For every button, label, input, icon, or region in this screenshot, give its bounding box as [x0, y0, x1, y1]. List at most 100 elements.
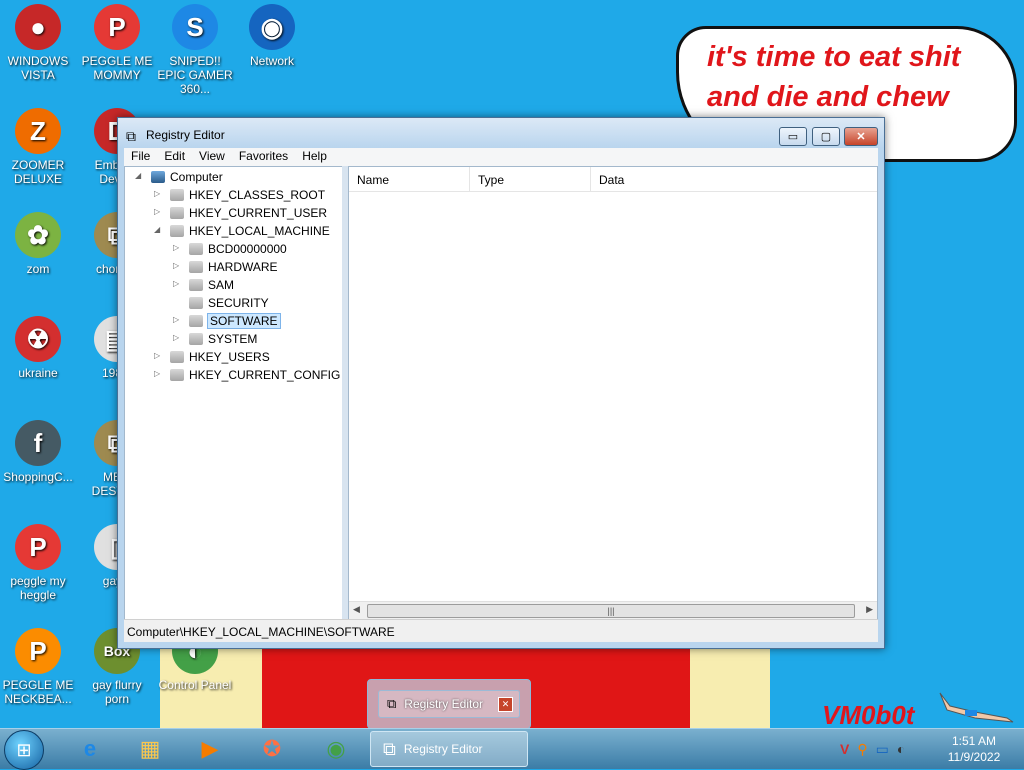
expand-arrow-icon[interactable]: ▷ — [154, 207, 160, 216]
close-button[interactable]: ✕ — [844, 127, 878, 146]
desktop-icon-label: ZOOMER DELUXE — [11, 158, 65, 186]
column-header-type[interactable]: Type — [470, 167, 591, 191]
window-title: Registry Editor — [146, 128, 225, 142]
taskbar-ie-icon[interactable]: e — [64, 731, 116, 767]
tree-node-hkey-current-config[interactable]: ▷ HKEY_CURRENT_CONFIG — [154, 368, 340, 382]
desktop-icon-label: Control Panel — [158, 678, 232, 692]
tree-node-hkey-current-user[interactable]: ▷ HKEY_CURRENT_USER — [154, 206, 327, 220]
expand-arrow-icon[interactable]: ▷ — [173, 315, 179, 324]
folder-icon — [170, 369, 184, 381]
folder-icon — [189, 279, 203, 291]
desktop-icon[interactable]: Ppeggle my heggle — [0, 524, 76, 602]
desktop-icon-label: PEGGLE ME NECKBEA... — [2, 678, 74, 706]
desktop-icon-label: WINDOWS VISTA — [7, 54, 69, 82]
folder-icon — [189, 333, 203, 345]
expand-arrow-icon[interactable]: ▷ — [173, 243, 179, 252]
column-header-name[interactable]: Name — [349, 167, 470, 191]
desktop-icon[interactable]: S SNIPED!! EPIC GAMER 360... — [157, 4, 233, 96]
tree-node-sam[interactable]: ▷ SAM — [173, 278, 234, 292]
taskbar-registry-editor-button[interactable]: ⧉ Registry Editor — [370, 731, 528, 767]
desktop-icon-image: f — [15, 420, 61, 466]
taskbar-explorer-icon[interactable]: ▦ — [124, 731, 176, 767]
desktop-icon[interactable]: P PEGGLE ME MOMMY — [79, 4, 155, 82]
list-header: Name Type Data — [349, 167, 877, 192]
start-button[interactable]: ⊞ — [4, 730, 44, 770]
clock[interactable]: 1:51 AM 11/9/2022 — [944, 733, 1004, 765]
menu-favorites[interactable]: Favorites — [232, 148, 295, 166]
title-bar[interactable]: ⧉ Registry Editor ▭ ▢ ✕ — [118, 118, 884, 148]
collapse-arrow-icon[interactable]: ◢ — [135, 171, 141, 180]
menu-view[interactable]: View — [192, 148, 232, 166]
desktop-icon-label: PEGGLE ME MOMMY — [81, 54, 153, 82]
wallpaper-yellow-right — [690, 645, 770, 735]
taskbar-uc-browser-icon[interactable]: ✪ — [246, 731, 298, 767]
expand-arrow-icon[interactable]: ▷ — [173, 279, 179, 288]
clock-date: 11/9/2022 — [947, 750, 1001, 764]
tree-node-computer[interactable]: ◢ Computer — [135, 170, 223, 184]
desktop-icon-image: S — [172, 4, 218, 50]
desktop-icon-image: P — [15, 524, 61, 570]
registry-tree[interactable]: ◢ Computer ▷ HKEY_CLASSES_ROOT ▷ HKEY_CURR… — [124, 166, 343, 621]
column-header-data[interactable]: Data — [591, 167, 877, 191]
thumbnail-title: Registry Editor — [404, 697, 483, 711]
values-list[interactable]: Name Type Data ◀ ||| ▶ — [348, 166, 878, 621]
tree-node-hkey-local-machine[interactable]: ◢ HKEY_LOCAL_MACHINE — [154, 224, 330, 238]
desktop-icon[interactable]: ☢ ukraine — [0, 316, 76, 380]
desktop-icon-image: P — [15, 628, 61, 674]
taskbar-thumbnail-preview[interactable]: ⧉ Registry Editor ✕ — [367, 679, 531, 729]
system-tray: V ⚲ ▭ ◐ — [840, 741, 905, 758]
desktop-icon[interactable]: P PEGGLE ME NECKBEA... — [0, 628, 76, 706]
scroll-right-icon[interactable]: ▶ — [866, 604, 873, 615]
desktop-icon[interactable]: ● WINDOWS VISTA — [0, 4, 76, 82]
desktop-icon[interactable]: Z ZOOMER DELUXE — [0, 108, 76, 186]
tree-node-hkey-classes-root[interactable]: ▷ HKEY_CLASSES_ROOT — [154, 188, 325, 202]
folder-icon — [170, 351, 184, 363]
taskbar-chrome-icon[interactable]: ◉ — [310, 731, 362, 767]
expand-arrow-icon[interactable]: ▷ — [154, 369, 160, 378]
folder-icon — [189, 297, 203, 309]
menu-file[interactable]: File — [124, 148, 157, 166]
status-bar: Computer\HKEY_LOCAL_MACHINE\SOFTWARE — [124, 619, 878, 642]
desktop-icon[interactable]: ✿ zom — [0, 212, 76, 276]
clock-time: 1:51 AM — [951, 734, 997, 748]
tray-network-icon[interactable]: ▭ — [876, 741, 889, 758]
desktop-icon-label: peggle my heggle — [10, 574, 66, 602]
expand-arrow-icon[interactable]: ▷ — [173, 333, 179, 342]
scroll-left-icon[interactable]: ◀ — [353, 604, 360, 615]
tree-node-hkey-users[interactable]: ▷ HKEY_USERS — [154, 350, 270, 364]
minimize-button[interactable]: ▭ — [779, 127, 807, 146]
registry-editor-icon: ⧉ — [126, 128, 136, 144]
tray-volume-icon[interactable]: ◐ — [897, 741, 905, 758]
maximize-button[interactable]: ▢ — [812, 127, 840, 146]
desktop-icon-label: zom — [26, 262, 50, 276]
taskbar-media-player-icon[interactable]: ▶ — [184, 731, 236, 767]
expand-arrow-icon[interactable]: ▷ — [173, 261, 179, 270]
expand-arrow-icon[interactable]: ▷ — [154, 351, 160, 360]
tree-node-security[interactable]: SECURITY — [189, 296, 269, 310]
tree-node-bcd[interactable]: ▷ BCD00000000 — [173, 242, 287, 256]
collapse-arrow-icon[interactable]: ◢ — [154, 225, 160, 234]
menu-edit[interactable]: Edit — [157, 148, 192, 166]
folder-icon — [189, 243, 203, 255]
desktop-icon[interactable]: ◉ Network — [234, 4, 310, 68]
menu-bar: File Edit View Favorites Help — [124, 148, 878, 166]
scroll-thumb[interactable]: ||| — [367, 604, 855, 618]
watermark-text: VM0b0t — [822, 700, 915, 730]
folder-icon — [170, 207, 184, 219]
folder-icon — [189, 261, 203, 273]
desktop-icon[interactable]: f ShoppingC... — [0, 420, 76, 484]
tray-search-icon[interactable]: ⚲ — [857, 741, 867, 758]
registry-editor-window[interactable]: ⧉ Registry Editor ▭ ▢ ✕ File Edit View F… — [117, 117, 885, 649]
tree-node-software[interactable]: ▷ SOFTWARE — [173, 313, 281, 329]
expand-arrow-icon[interactable]: ▷ — [154, 189, 160, 198]
thumbnail-item[interactable]: ⧉ Registry Editor ✕ — [378, 690, 520, 718]
tree-node-hardware[interactable]: ▷ HARDWARE — [173, 260, 278, 274]
menu-help[interactable]: Help — [295, 148, 334, 166]
desktop-icon-label: SNIPED!! EPIC GAMER 360... — [157, 54, 233, 96]
thumbnail-close-button[interactable]: ✕ — [498, 696, 513, 712]
desktop-icon-image: P — [94, 4, 140, 50]
tree-node-system[interactable]: ▷ SYSTEM — [173, 332, 257, 346]
horizontal-scrollbar[interactable]: ◀ ||| ▶ — [349, 601, 877, 620]
tray-v-icon[interactable]: V — [840, 741, 849, 758]
registry-editor-icon: ⧉ — [387, 696, 397, 711]
